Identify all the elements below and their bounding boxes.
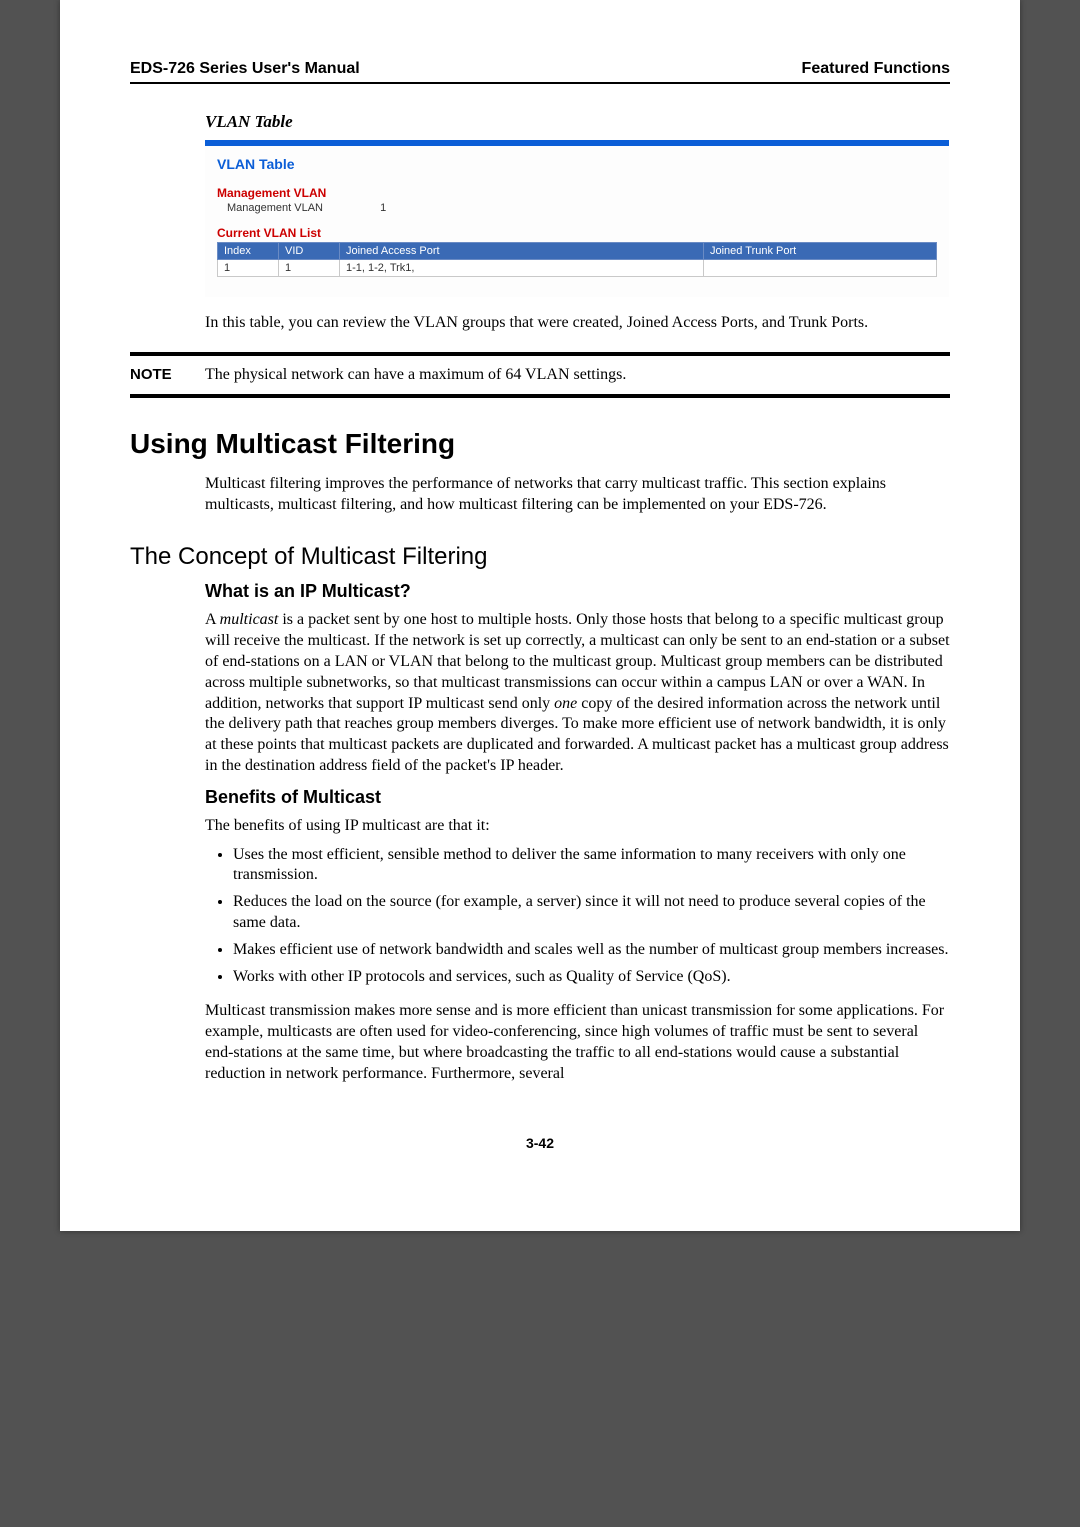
header-right: Featured Functions (802, 60, 950, 78)
vlan-panel-title: VLAN Table (217, 156, 937, 172)
col-index: Index (218, 243, 279, 260)
mgmt-vlan-label: Management VLAN (227, 202, 323, 214)
note-box: NOTE The physical network can have a max… (130, 352, 950, 398)
vlan-section: VLAN Table VLAN Table Management VLAN Ma… (205, 112, 950, 334)
note-text: The physical network can have a maximum … (205, 366, 626, 384)
what-is-multicast-para: A multicast is a packet sent by one host… (205, 610, 950, 776)
content-area: EDS-726 Series User's Manual Featured Fu… (130, 60, 950, 1151)
cell-vid: 1 (279, 260, 340, 277)
benefits-intro: The benefits of using IP multicast are t… (205, 816, 950, 837)
list-item: Uses the most efficient, sensible method… (233, 845, 950, 887)
current-vlan-list-heading: Current VLAN List (217, 226, 937, 240)
benefits-list: Uses the most efficient, sensible method… (205, 845, 950, 988)
closing-para: Multicast transmission makes more sense … (205, 1001, 950, 1084)
col-trunk-port: Joined Trunk Port (704, 243, 937, 260)
page-number: 3-42 (130, 1135, 950, 1151)
p1-pre: A (205, 611, 220, 628)
mgmt-vlan-heading: Management VLAN (217, 186, 937, 200)
table-row: 1 1 1-1, 1-2, Trk1, (218, 260, 937, 277)
table-header-row: Index VID Joined Access Port Joined Trun… (218, 243, 937, 260)
vlan-description: In this table, you can review the VLAN g… (205, 313, 950, 334)
h1-intro-para: Multicast filtering improves the perform… (205, 474, 950, 516)
p1-em-one: one (554, 695, 577, 712)
note-label: NOTE (130, 366, 205, 384)
list-item: Works with other IP protocols and servic… (233, 967, 950, 988)
header-left: EDS-726 Series User's Manual (130, 60, 360, 78)
page-header: EDS-726 Series User's Manual Featured Fu… (130, 60, 950, 84)
col-access-port: Joined Access Port (340, 243, 704, 260)
document-page: EDS-726 Series User's Manual Featured Fu… (60, 0, 1020, 1231)
h3-benefits: Benefits of Multicast (205, 787, 950, 808)
cell-access: 1-1, 1-2, Trk1, (340, 260, 704, 277)
h1-using-multicast: Using Multicast Filtering (130, 428, 950, 460)
mgmt-vlan-value: 1 (380, 202, 386, 214)
vlan-italic-title: VLAN Table (205, 112, 950, 132)
col-vid: VID (279, 243, 340, 260)
h2-concept: The Concept of Multicast Filtering (130, 543, 950, 571)
p1-em-multicast: multicast (220, 611, 279, 628)
cell-index: 1 (218, 260, 279, 277)
vlan-table: Index VID Joined Access Port Joined Trun… (217, 242, 937, 277)
list-item: Reduces the load on the source (for exam… (233, 892, 950, 934)
mgmt-vlan-row: Management VLAN 1 (227, 202, 937, 214)
h3-what-is-multicast: What is an IP Multicast? (205, 581, 950, 602)
cell-trunk (704, 260, 937, 277)
vlan-panel: VLAN Table Management VLAN Management VL… (205, 140, 949, 297)
list-item: Makes efficient use of network bandwidth… (233, 940, 950, 961)
